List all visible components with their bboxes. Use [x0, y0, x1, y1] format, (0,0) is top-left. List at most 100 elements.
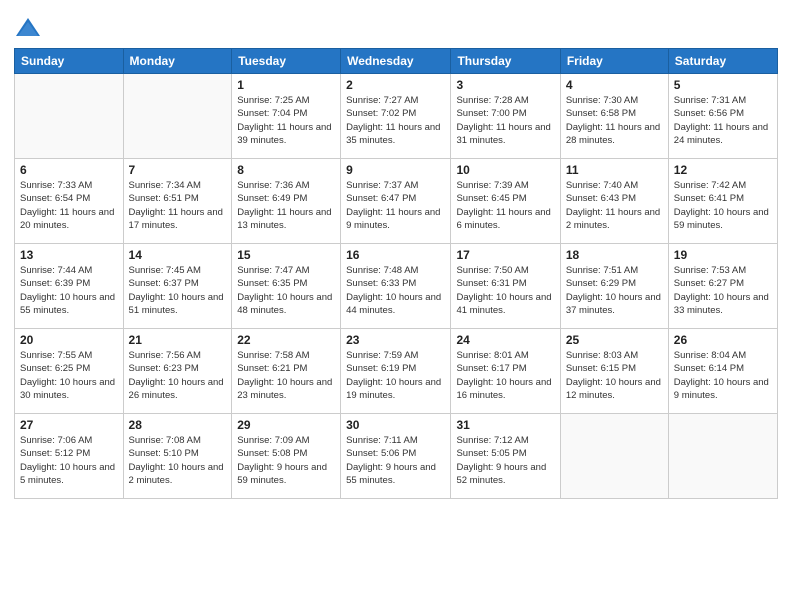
day-number: 3 — [456, 78, 554, 92]
day-info: Sunrise: 7:11 AM Sunset: 5:06 PM Dayligh… — [346, 434, 445, 487]
day-info: Sunrise: 7:39 AM Sunset: 6:45 PM Dayligh… — [456, 179, 554, 232]
page: SundayMondayTuesdayWednesdayThursdayFrid… — [0, 0, 792, 612]
calendar-cell: 14 Sunrise: 7:45 AM Sunset: 6:37 PM Dayli… — [123, 244, 232, 329]
weekday-header-saturday: Saturday — [668, 49, 777, 74]
calendar-cell: 2Sunrise: 7:27 AM Sunset: 7:02 PM Daylig… — [341, 74, 451, 159]
calendar-cell: 12 Sunrise: 7:42 AM Sunset: 6:41 PM Dayli… — [668, 159, 777, 244]
calendar-cell: 21 Sunrise: 7:56 AM Sunset: 6:23 PM Dayli… — [123, 329, 232, 414]
day-number: 7 — [129, 163, 227, 177]
day-number: 12 — [674, 163, 772, 177]
day-info: Sunrise: 7:40 AM Sunset: 6:43 PM Dayligh… — [566, 179, 663, 232]
day-info: Sunrise: 7:55 AM Sunset: 6:25 PM Dayligh… — [20, 349, 118, 402]
day-number: 2 — [346, 78, 445, 92]
calendar-cell: 9 Sunrise: 7:37 AM Sunset: 6:47 PM Daylig… — [341, 159, 451, 244]
day-number: 4 — [566, 78, 663, 92]
calendar-cell: 30 Sunrise: 7:11 AM Sunset: 5:06 PM Dayli… — [341, 414, 451, 499]
weekday-header-tuesday: Tuesday — [232, 49, 341, 74]
day-number: 8 — [237, 163, 335, 177]
day-info: Sunrise: 7:50 AM Sunset: 6:31 PM Dayligh… — [456, 264, 554, 317]
day-number: 14 — [129, 248, 227, 262]
day-info: Sunrise: 7:51 AM Sunset: 6:29 PM Dayligh… — [566, 264, 663, 317]
calendar-cell: 6 Sunrise: 7:33 AM Sunset: 6:54 PM Daylig… — [15, 159, 124, 244]
day-number: 24 — [456, 333, 554, 347]
day-number: 13 — [20, 248, 118, 262]
day-info: Sunrise: 7:48 AM Sunset: 6:33 PM Dayligh… — [346, 264, 445, 317]
calendar-week-row: 1Sunrise: 7:25 AM Sunset: 7:04 PM Daylig… — [15, 74, 778, 159]
calendar-cell — [668, 414, 777, 499]
day-info: Sunrise: 8:01 AM Sunset: 6:17 PM Dayligh… — [456, 349, 554, 402]
day-number: 30 — [346, 418, 445, 432]
calendar-week-row: 13 Sunrise: 7:44 AM Sunset: 6:39 PM Dayli… — [15, 244, 778, 329]
day-number: 28 — [129, 418, 227, 432]
day-info: Sunrise: 7:28 AM Sunset: 7:00 PM Dayligh… — [456, 94, 554, 147]
weekday-header-row: SundayMondayTuesdayWednesdayThursdayFrid… — [15, 49, 778, 74]
day-number: 20 — [20, 333, 118, 347]
day-info: Sunrise: 7:56 AM Sunset: 6:23 PM Dayligh… — [129, 349, 227, 402]
calendar-cell — [123, 74, 232, 159]
calendar-cell: 1Sunrise: 7:25 AM Sunset: 7:04 PM Daylig… — [232, 74, 341, 159]
calendar-cell — [15, 74, 124, 159]
day-info: Sunrise: 7:53 AM Sunset: 6:27 PM Dayligh… — [674, 264, 772, 317]
calendar-cell: 31Sunrise: 7:12 AM Sunset: 5:05 PM Dayli… — [451, 414, 560, 499]
calendar-cell: 24 Sunrise: 8:01 AM Sunset: 6:17 PM Dayli… — [451, 329, 560, 414]
calendar-table: SundayMondayTuesdayWednesdayThursdayFrid… — [14, 48, 778, 499]
calendar-cell: 26 Sunrise: 8:04 AM Sunset: 6:14 PM Dayli… — [668, 329, 777, 414]
calendar-cell: 19Sunrise: 7:53 AM Sunset: 6:27 PM Dayli… — [668, 244, 777, 329]
day-info: Sunrise: 7:58 AM Sunset: 6:21 PM Dayligh… — [237, 349, 335, 402]
calendar-cell: 22 Sunrise: 7:58 AM Sunset: 6:21 PM Dayli… — [232, 329, 341, 414]
day-info: Sunrise: 7:25 AM Sunset: 7:04 PM Dayligh… — [237, 94, 335, 147]
day-number: 10 — [456, 163, 554, 177]
weekday-header-thursday: Thursday — [451, 49, 560, 74]
weekday-header-sunday: Sunday — [15, 49, 124, 74]
day-number: 23 — [346, 333, 445, 347]
weekday-header-friday: Friday — [560, 49, 668, 74]
day-info: Sunrise: 7:44 AM Sunset: 6:39 PM Dayligh… — [20, 264, 118, 317]
calendar-cell: 18 Sunrise: 7:51 AM Sunset: 6:29 PM Dayli… — [560, 244, 668, 329]
day-info: Sunrise: 7:37 AM Sunset: 6:47 PM Dayligh… — [346, 179, 445, 232]
calendar-cell: 11 Sunrise: 7:40 AM Sunset: 6:43 PM Dayli… — [560, 159, 668, 244]
day-info: Sunrise: 7:31 AM Sunset: 6:56 PM Dayligh… — [674, 94, 772, 147]
day-number: 26 — [674, 333, 772, 347]
calendar-week-row: 27 Sunrise: 7:06 AM Sunset: 5:12 PM Dayli… — [15, 414, 778, 499]
logo — [14, 14, 44, 42]
day-info: Sunrise: 7:08 AM Sunset: 5:10 PM Dayligh… — [129, 434, 227, 487]
day-info: Sunrise: 7:45 AM Sunset: 6:37 PM Dayligh… — [129, 264, 227, 317]
day-info: Sunrise: 7:36 AM Sunset: 6:49 PM Dayligh… — [237, 179, 335, 232]
calendar-cell: 13 Sunrise: 7:44 AM Sunset: 6:39 PM Dayli… — [15, 244, 124, 329]
calendar-cell: 16Sunrise: 7:48 AM Sunset: 6:33 PM Dayli… — [341, 244, 451, 329]
day-info: Sunrise: 7:47 AM Sunset: 6:35 PM Dayligh… — [237, 264, 335, 317]
day-number: 11 — [566, 163, 663, 177]
day-number: 17 — [456, 248, 554, 262]
weekday-header-monday: Monday — [123, 49, 232, 74]
day-info: Sunrise: 7:30 AM Sunset: 6:58 PM Dayligh… — [566, 94, 663, 147]
calendar-cell: 8 Sunrise: 7:36 AM Sunset: 6:49 PM Daylig… — [232, 159, 341, 244]
generalblue-logo-icon — [14, 14, 42, 42]
day-number: 9 — [346, 163, 445, 177]
day-info: Sunrise: 7:09 AM Sunset: 5:08 PM Dayligh… — [237, 434, 335, 487]
day-info: Sunrise: 8:03 AM Sunset: 6:15 PM Dayligh… — [566, 349, 663, 402]
day-number: 21 — [129, 333, 227, 347]
calendar-cell: 29 Sunrise: 7:09 AM Sunset: 5:08 PM Dayli… — [232, 414, 341, 499]
calendar-cell: 15 Sunrise: 7:47 AM Sunset: 6:35 PM Dayli… — [232, 244, 341, 329]
day-number: 27 — [20, 418, 118, 432]
day-info: Sunrise: 7:33 AM Sunset: 6:54 PM Dayligh… — [20, 179, 118, 232]
calendar-cell: 4 Sunrise: 7:30 AM Sunset: 6:58 PM Daylig… — [560, 74, 668, 159]
calendar-cell: 17 Sunrise: 7:50 AM Sunset: 6:31 PM Dayli… — [451, 244, 560, 329]
day-info: Sunrise: 7:42 AM Sunset: 6:41 PM Dayligh… — [674, 179, 772, 232]
day-number: 5 — [674, 78, 772, 92]
calendar-cell: 5 Sunrise: 7:31 AM Sunset: 6:56 PM Daylig… — [668, 74, 777, 159]
day-number: 25 — [566, 333, 663, 347]
day-info: Sunrise: 7:12 AM Sunset: 5:05 PM Dayligh… — [456, 434, 554, 487]
calendar-cell: 27 Sunrise: 7:06 AM Sunset: 5:12 PM Dayli… — [15, 414, 124, 499]
calendar-week-row: 6 Sunrise: 7:33 AM Sunset: 6:54 PM Daylig… — [15, 159, 778, 244]
calendar-cell: 7Sunrise: 7:34 AM Sunset: 6:51 PM Daylig… — [123, 159, 232, 244]
day-number: 15 — [237, 248, 335, 262]
day-number: 18 — [566, 248, 663, 262]
day-number: 6 — [20, 163, 118, 177]
day-number: 22 — [237, 333, 335, 347]
day-number: 29 — [237, 418, 335, 432]
day-info: Sunrise: 8:04 AM Sunset: 6:14 PM Dayligh… — [674, 349, 772, 402]
day-info: Sunrise: 7:06 AM Sunset: 5:12 PM Dayligh… — [20, 434, 118, 487]
calendar-cell: 25 Sunrise: 8:03 AM Sunset: 6:15 PM Dayli… — [560, 329, 668, 414]
calendar-cell — [560, 414, 668, 499]
